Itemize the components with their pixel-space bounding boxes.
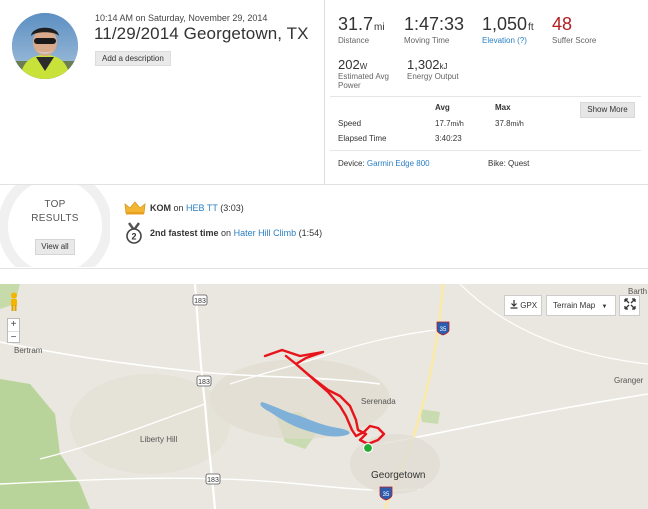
achievement-time: (1:54) [298, 228, 323, 238]
route-map[interactable]: 183 183 183 35 35 [0, 284, 648, 509]
highway-183-number: 183 [207, 477, 219, 484]
section-divider-2 [0, 268, 648, 269]
achievement-rank: 2nd fastest time [150, 228, 219, 238]
gpx-download-button[interactable]: GPX [504, 295, 542, 316]
interstate-35-shield: 35 [436, 321, 450, 336]
bike-value: Quest [508, 159, 530, 168]
elapsed-time-value: 3:40:23 [435, 134, 462, 143]
map-label-georgetown: Georgetown [371, 470, 426, 481]
suffer-score-value: 48 [552, 14, 573, 34]
device-label: Device: [338, 159, 365, 168]
elapsed-time-label: Elapsed Time [338, 134, 387, 143]
energy-stat: 1,302kJ Energy Output [407, 57, 459, 81]
terrain-map-label: Terrain Map [553, 301, 596, 310]
speed-label: Speed [338, 119, 362, 128]
medal-number: 2 [131, 232, 136, 242]
speed-avg: 17.7mi/h [435, 119, 464, 128]
energy-unit: kJ [439, 62, 448, 71]
achievement-second-fastest: 2nd fastest time on Hater Hill Climb (1:… [150, 228, 322, 238]
show-more-button[interactable]: Show More [580, 102, 635, 118]
crown-icon [124, 201, 146, 215]
elevation-stat: 1,050ft Elevation (?) [482, 14, 534, 45]
highway-183-shield: 183 [196, 375, 212, 387]
add-description-button[interactable]: Add a description [95, 51, 171, 66]
suffer-score-stat: 48 Suffer Score [552, 14, 596, 45]
achievement-on: on [173, 203, 184, 213]
start-marker[interactable] [362, 442, 374, 454]
top-results-title-line1: TOP [44, 199, 66, 210]
moving-time-label: Moving Time [404, 36, 450, 45]
chevron-down-icon: ▼ [601, 304, 608, 310]
map-label-bertram: Bertram [14, 346, 43, 355]
distance-unit: mi [374, 22, 385, 33]
achievement-rank: KOM [150, 203, 171, 213]
view-all-button[interactable]: View all [35, 239, 75, 255]
highway-183-number: 183 [194, 298, 206, 305]
top-results-section: TOP RESULTS View all [0, 185, 648, 267]
device-info: Device: Garmin Edge 800 [338, 159, 430, 168]
elevation-unit: ft [528, 22, 534, 33]
activity-datetime: 10:14 AM on Saturday, November 29, 2014 [95, 13, 268, 23]
speed-avg-unit: mi/h [450, 121, 464, 128]
stats-divider-2 [330, 150, 641, 151]
moving-time-stat: 1:47:33 Moving Time [404, 14, 464, 45]
power-label: Estimated Avg Power [338, 72, 389, 90]
segment-link-heb-tt[interactable]: HEB TT [186, 203, 218, 213]
street-view-pegman-icon[interactable] [7, 292, 21, 312]
expand-icon [623, 298, 636, 310]
achievement-time: (3:03) [220, 203, 244, 213]
suffer-score-label: Suffer Score [552, 36, 597, 45]
top-results-title-line2: RESULTS [31, 213, 79, 224]
stats-divider [330, 96, 641, 97]
speed-max: 37.8mi/h [495, 119, 524, 128]
zoom-in-button[interactable]: + [8, 319, 19, 331]
bike-info: Bike: Quest [488, 159, 529, 168]
interstate-35-number: 35 [383, 492, 390, 498]
segment-link-hater-hill-climb[interactable]: Hater Hill Climb [234, 228, 297, 238]
power-unit: W [359, 62, 368, 71]
highway-183-number: 183 [198, 379, 210, 386]
elevation-value: 1,050 [482, 14, 528, 34]
fullscreen-button[interactable] [619, 295, 640, 316]
device-link[interactable]: Garmin Edge 800 [367, 159, 430, 168]
moving-time-value: 1:47:33 [404, 14, 465, 34]
distance-value: 31.7 [338, 14, 374, 34]
distance-stat: 31.7mi Distance [338, 14, 385, 45]
medal-2-icon: 2 [126, 222, 142, 244]
athlete-avatar[interactable] [12, 13, 78, 79]
power-value: 202 [338, 57, 360, 72]
map-label-granger: Granger [614, 376, 644, 385]
activity-title[interactable]: 11/29/2014 Georgetown, TX [94, 24, 309, 44]
interstate-35-shield: 35 [379, 486, 393, 501]
avatar-photo [12, 13, 78, 79]
zoom-control: + − [7, 318, 20, 343]
achievement-kom: KOM on HEB TT (3:03) [150, 203, 244, 213]
top-results-title: TOP RESULTS [22, 198, 88, 226]
gpx-label: GPX [520, 301, 538, 310]
speed-max-unit: mi/h [510, 121, 524, 128]
avg-header: Avg [435, 103, 450, 112]
map-label-liberty-hill: Liberty Hill [140, 435, 178, 444]
terrain-map-canvas: 183 183 183 35 35 [0, 284, 648, 509]
speed-max-value: 37.8 [495, 119, 511, 128]
zoom-out-button[interactable]: − [8, 331, 19, 343]
bike-label: Bike: [488, 159, 506, 168]
energy-value: 1,302 [407, 57, 440, 72]
map-label-serenada: Serenada [361, 397, 396, 406]
activity-page: 10:14 AM on Saturday, November 29, 2014 … [0, 0, 648, 509]
energy-label: Energy Output [407, 72, 459, 81]
achievement-on: on [221, 228, 232, 238]
power-stat: 202W Estimated Avg Power [338, 57, 398, 90]
speed-avg-value: 17.7 [435, 119, 451, 128]
elevation-help-link[interactable]: Elevation (?) [482, 36, 534, 45]
max-header: Max [495, 103, 511, 112]
terrain-map-select[interactable]: Terrain Map ▼ [546, 295, 616, 316]
download-icon [510, 300, 518, 309]
highway-183-shield: 183 [205, 473, 221, 485]
distance-label: Distance [338, 36, 370, 45]
highway-183-shield: 183 [192, 294, 208, 306]
interstate-35-number: 35 [440, 327, 447, 333]
